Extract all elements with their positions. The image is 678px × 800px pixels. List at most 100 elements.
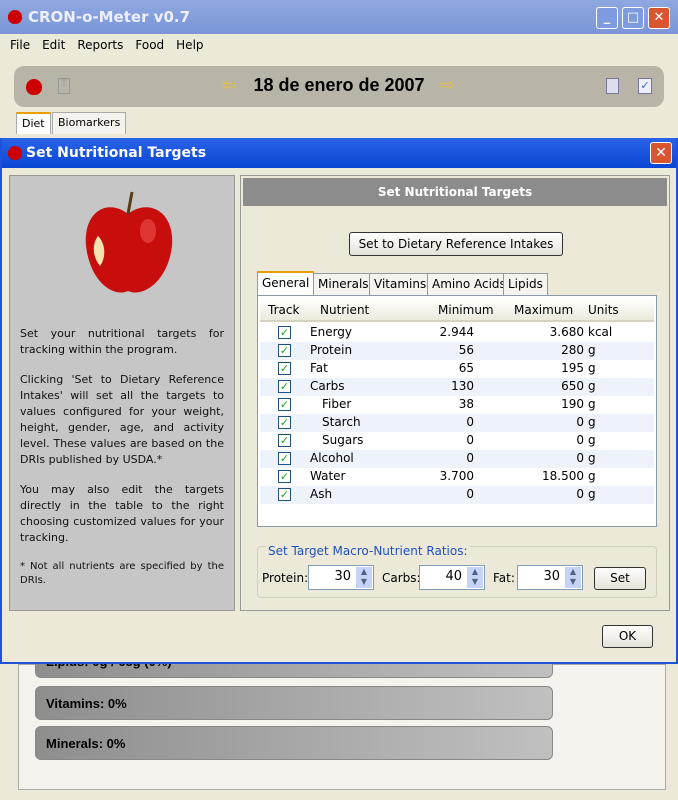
unit: g — [588, 343, 596, 357]
maximum-value[interactable]: 0 — [576, 487, 584, 501]
nutrient-name: Ash — [310, 487, 333, 501]
spinner-arrows-icon[interactable]: ▲ ▼ — [565, 567, 581, 588]
ok-button[interactable]: OK — [602, 625, 653, 648]
tab-diet[interactable]: Diet — [16, 112, 51, 134]
track-checkbox[interactable]: ✓ — [278, 398, 291, 411]
track-checkbox[interactable]: ✓ — [278, 452, 291, 465]
track-checkbox[interactable]: ✓ — [278, 362, 291, 375]
track-checkbox[interactable]: ✓ — [278, 326, 291, 339]
menu-help[interactable]: Help — [176, 38, 203, 52]
track-checkbox[interactable]: ✓ — [278, 434, 291, 447]
fat-label: Fat: — [493, 571, 515, 585]
nutrient-name: Protein — [310, 343, 353, 357]
maximum-value[interactable]: 190 — [561, 397, 584, 411]
menu-bar: File Edit Reports Food Help — [4, 34, 674, 56]
tab-lipids[interactable]: Lipids — [503, 273, 548, 295]
unit: g — [588, 469, 596, 483]
nutrient-name: Alcohol — [310, 451, 354, 465]
col-track[interactable]: Track — [268, 303, 299, 317]
minimum-value[interactable]: 2.944 — [440, 325, 474, 339]
nutrient-name: Fat — [310, 361, 328, 375]
track-checkbox[interactable]: ✓ — [278, 416, 291, 429]
track-checkbox[interactable]: ✓ — [278, 380, 291, 393]
set-dri-button[interactable]: Set to Dietary Reference Intakes — [349, 232, 563, 256]
maximum-value[interactable]: 280 — [561, 343, 584, 357]
tab-general[interactable]: General — [257, 271, 315, 295]
minimum-value[interactable]: 0 — [466, 415, 474, 429]
dialog-title: Set Nutritional Targets — [26, 145, 207, 161]
unit: g — [588, 361, 596, 375]
checklist-icon[interactable]: ✓ — [638, 78, 652, 94]
table-header: Track Nutrient Minimum Maximum Units — [260, 298, 654, 322]
table-row[interactable]: ✓ Protein 56 280 g — [260, 342, 654, 360]
carbs-ratio-spinner[interactable]: 40 ▲ ▼ — [419, 565, 485, 590]
maximum-value[interactable]: 18.500 — [542, 469, 584, 483]
table-row[interactable]: ✓ Alcohol 0 0 g — [260, 450, 654, 468]
minimum-value[interactable]: 0 — [466, 487, 474, 501]
track-checkbox[interactable]: ✓ — [278, 470, 291, 483]
minimum-value[interactable]: 38 — [459, 397, 474, 411]
menu-file[interactable]: File — [10, 38, 30, 52]
track-checkbox[interactable]: ✓ — [278, 344, 291, 357]
table-row[interactable]: ✓ Carbs 130 650 g — [260, 378, 654, 396]
track-checkbox[interactable]: ✓ — [278, 488, 291, 501]
info-panel: Set your nutritional targets for trackin… — [9, 175, 235, 611]
maximum-value[interactable]: 650 — [561, 379, 584, 393]
apple-illustration — [85, 191, 173, 293]
info-text-1: Set your nutritional targets for trackin… — [20, 327, 224, 356]
nutrient-name: Fiber — [322, 397, 352, 411]
minimize-button[interactable]: _ — [596, 7, 618, 29]
table-row[interactable]: ✓ Fiber 38 190 g — [260, 396, 654, 414]
menu-food[interactable]: Food — [135, 38, 164, 52]
tab-biomarkers[interactable]: Biomarkers — [52, 112, 127, 134]
spinner-arrows-icon[interactable]: ▲ ▼ — [356, 567, 372, 588]
fat-ratio-spinner[interactable]: 30 ▲ ▼ — [517, 565, 583, 590]
tab-minerals[interactable]: Minerals — [313, 273, 374, 295]
info-footnote: * Not all nutrients are specified by the… — [20, 561, 224, 586]
menu-edit[interactable]: Edit — [42, 38, 65, 52]
next-day-icon[interactable]: ⇨ — [440, 75, 455, 96]
table-row[interactable]: ✓ Energy 2.944 3.680 kcal — [260, 324, 654, 342]
protein-ratio-spinner[interactable]: 30 ▲ ▼ — [308, 565, 374, 590]
minimum-value[interactable]: 3.700 — [440, 469, 474, 483]
maximize-button[interactable]: □ — [622, 7, 644, 29]
minimum-value[interactable]: 0 — [466, 451, 474, 465]
table-row[interactable]: ✓ Fat 65 195 g — [260, 360, 654, 378]
date-toolbar: T 18 de enero de 2007 ⇦ ⇨ ✓ — [14, 66, 664, 107]
unit: g — [588, 379, 596, 393]
ratios-legend: Set Target Macro-Nutrient Ratios: — [266, 544, 470, 558]
minimum-value[interactable]: 65 — [459, 361, 474, 375]
table-row[interactable]: ✓ Sugars 0 0 g — [260, 432, 654, 450]
minimum-value[interactable]: 130 — [451, 379, 474, 393]
unit: g — [588, 433, 596, 447]
col-nutrient[interactable]: Nutrient — [320, 303, 369, 317]
minerals-bar: Minerals: 0% — [35, 726, 553, 760]
tab-vitamins[interactable]: Vitamins — [369, 273, 432, 295]
table-row[interactable]: ✓ Starch 0 0 g — [260, 414, 654, 432]
spinner-arrows-icon[interactable]: ▲ ▼ — [467, 567, 483, 588]
menu-reports[interactable]: Reports — [77, 38, 123, 52]
maximum-value[interactable]: 3.680 — [550, 325, 584, 339]
close-button[interactable]: ✕ — [648, 7, 670, 29]
minimum-value[interactable]: 0 — [466, 433, 474, 447]
maximum-value[interactable]: 0 — [576, 433, 584, 447]
prev-day-icon[interactable]: ⇦ — [222, 75, 237, 96]
dialog-close-button[interactable]: ✕ — [650, 142, 672, 164]
window-title: CRON-o-Meter v0.7 — [28, 8, 191, 26]
tab-amino-acids[interactable]: Amino Acids — [427, 273, 511, 295]
protein-label: Protein: — [262, 571, 309, 585]
minimum-value[interactable]: 56 — [459, 343, 474, 357]
col-maximum[interactable]: Maximum — [514, 303, 573, 317]
table-row[interactable]: ✓ Water 3.700 18.500 g — [260, 468, 654, 486]
maximum-value[interactable]: 195 — [561, 361, 584, 375]
col-minimum[interactable]: Minimum — [438, 303, 494, 317]
table-row[interactable]: ✓ Ash 0 0 g — [260, 486, 654, 504]
targets-panel: Set Nutritional Targets Set to Dietary R… — [240, 175, 670, 611]
set-ratios-button[interactable]: Set — [594, 567, 646, 590]
app-icon — [8, 146, 22, 160]
copy-icon[interactable] — [606, 78, 619, 94]
maximum-value[interactable]: 0 — [576, 415, 584, 429]
maximum-value[interactable]: 0 — [576, 451, 584, 465]
set-targets-dialog: Set Nutritional Targets ✕ Set your nutri… — [0, 138, 678, 664]
col-units[interactable]: Units — [588, 303, 619, 317]
